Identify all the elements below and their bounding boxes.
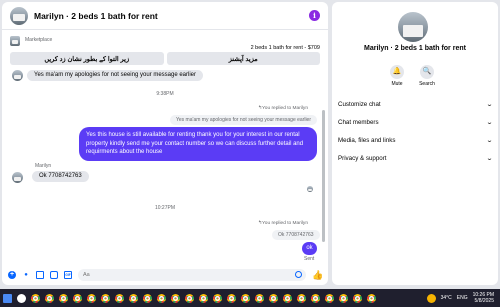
chrome-icon[interactable] xyxy=(311,293,320,303)
chrome-icon[interactable] xyxy=(213,293,222,303)
chrome-icon[interactable] xyxy=(241,293,250,303)
quoted-message[interactable]: Ok 7708742763 xyxy=(272,230,320,240)
info-title: Marilyn · 2 beds 1 bath for rent xyxy=(364,45,466,52)
mic-icon[interactable]: ● xyxy=(22,271,30,279)
listing-bar[interactable]: Marketplace 2 beds 1 bath for rent - $70… xyxy=(2,30,328,52)
chrome-icon[interactable] xyxy=(101,293,110,303)
chrome-icon[interactable] xyxy=(325,293,334,303)
outgoing-message[interactable]: ok xyxy=(302,242,317,255)
plus-icon[interactable]: + xyxy=(8,271,16,279)
taskbar: 34°C ENG 10:26 PM 5/8/2025 xyxy=(0,289,500,307)
chrome-icon[interactable] xyxy=(269,293,278,303)
timestamp: 9:38PM xyxy=(156,91,174,97)
avatar xyxy=(12,172,23,183)
section-label: Customize chat xyxy=(338,100,381,108)
outgoing-message[interactable]: Yes this house is still available for re… xyxy=(79,127,317,161)
temperature[interactable]: 34°C xyxy=(441,295,452,301)
timestamp: 10:27PM xyxy=(154,205,175,211)
weather-icon[interactable] xyxy=(426,293,436,303)
language-indicator[interactable]: ENG xyxy=(457,295,468,301)
reply-note: You replied to Marilyn xyxy=(258,221,308,226)
chrome-icon[interactable] xyxy=(297,293,306,303)
mark-pending-button[interactable]: زیر التوا کے بطور نشان زد کریں xyxy=(10,52,164,65)
section-privacy-support[interactable]: Privacy & support ⌄ xyxy=(338,152,494,164)
chrome-icon[interactable] xyxy=(171,293,180,303)
chrome-icon[interactable] xyxy=(339,293,348,303)
avatar[interactable] xyxy=(10,6,28,25)
chrome-icon[interactable] xyxy=(129,293,138,303)
info-pane: Marilyn · 2 beds 1 bath for rent 🔔 Mute … xyxy=(332,2,498,285)
seen-avatar xyxy=(307,186,313,192)
composer: + ● GIF 👍 xyxy=(2,265,328,285)
chrome-icon[interactable] xyxy=(59,293,68,303)
sent-status: Sent xyxy=(304,256,315,262)
chrome-icon[interactable] xyxy=(45,293,54,303)
chrome-icon[interactable] xyxy=(87,293,96,303)
listing-info[interactable]: 2 beds 1 bath for rent - $709 xyxy=(251,45,320,51)
quick-replies: زیر التوا کے بطور نشان زد کریں مزید آپشن… xyxy=(2,52,328,65)
chrome-icon[interactable] xyxy=(199,293,208,303)
chevron-down-icon: ⌄ xyxy=(485,101,494,108)
chevron-down-icon: ⌄ xyxy=(485,119,494,126)
chat-header: Marilyn · 2 beds 1 bath for rent i xyxy=(2,2,328,30)
chrome-icon[interactable] xyxy=(143,293,152,303)
listing-thumbnail xyxy=(10,36,20,46)
section-chat-members[interactable]: Chat members ⌄ xyxy=(338,116,494,128)
search-icon[interactable]: 🔍 xyxy=(420,65,434,79)
chrome-icon[interactable] xyxy=(367,293,376,303)
info-icon[interactable]: i xyxy=(309,10,320,21)
chrome-icon[interactable] xyxy=(115,293,124,303)
chrome-icon[interactable] xyxy=(157,293,166,303)
message-list: Yes ma'am my apologies for not seeing yo… xyxy=(2,68,328,265)
mute-label: Mute xyxy=(391,81,403,87)
sticker-icon[interactable] xyxy=(50,271,58,279)
image-icon[interactable] xyxy=(36,271,44,279)
gif-icon[interactable]: GIF xyxy=(64,271,72,279)
section-label: Privacy & support xyxy=(338,154,387,162)
chat-pane: Marilyn · 2 beds 1 bath for rent i Marke… xyxy=(2,2,328,285)
scrollbar[interactable] xyxy=(322,110,325,242)
incoming-message[interactable]: Yes ma'am my apologies for not seeing yo… xyxy=(27,70,204,81)
chrome-icon[interactable] xyxy=(227,293,236,303)
message-input[interactable] xyxy=(78,269,306,281)
section-media-files[interactable]: Media, files and links ⌄ xyxy=(338,134,494,146)
section-label: Media, files and links xyxy=(338,136,396,144)
chevron-down-icon: ⌄ xyxy=(485,137,494,144)
taskbar-search-icon[interactable] xyxy=(17,293,26,303)
reply-note: You replied to Marilyn xyxy=(258,106,308,111)
chrome-icon[interactable] xyxy=(255,293,264,303)
chrome-icon[interactable] xyxy=(185,293,194,303)
avatar xyxy=(12,70,23,81)
clock-date: 5/8/2025 xyxy=(474,298,494,304)
clock[interactable]: 10:26 PM 5/8/2025 xyxy=(473,292,494,304)
more-options-button[interactable]: مزید آپشنز xyxy=(166,52,320,65)
page-title[interactable]: Marilyn · 2 beds 1 bath for rent xyxy=(34,11,309,21)
chrome-icon[interactable] xyxy=(31,293,40,303)
section-label: Chat members xyxy=(338,118,379,126)
emoji-icon[interactable] xyxy=(295,271,302,278)
chrome-icon[interactable] xyxy=(283,293,292,303)
sender-name: Marilyn xyxy=(35,163,52,169)
chrome-icon[interactable] xyxy=(353,293,362,303)
marketplace-label: Marketplace xyxy=(25,37,53,43)
system-tray: 34°C ENG 10:26 PM 5/8/2025 xyxy=(426,292,500,304)
chrome-icon[interactable] xyxy=(73,293,82,303)
section-customize-chat[interactable]: Customize chat ⌄ xyxy=(338,98,494,110)
avatar xyxy=(398,12,428,42)
start-icon[interactable] xyxy=(3,293,12,303)
bell-icon[interactable]: 🔔 xyxy=(390,65,404,79)
incoming-message[interactable]: Ok 7708742763 xyxy=(32,171,89,182)
chevron-down-icon: ⌄ xyxy=(485,155,494,162)
quoted-message[interactable]: Yes ma'am my apologies for not seeing yo… xyxy=(170,115,318,125)
search-label: Search xyxy=(419,81,435,87)
like-icon[interactable]: 👍 xyxy=(312,270,323,281)
